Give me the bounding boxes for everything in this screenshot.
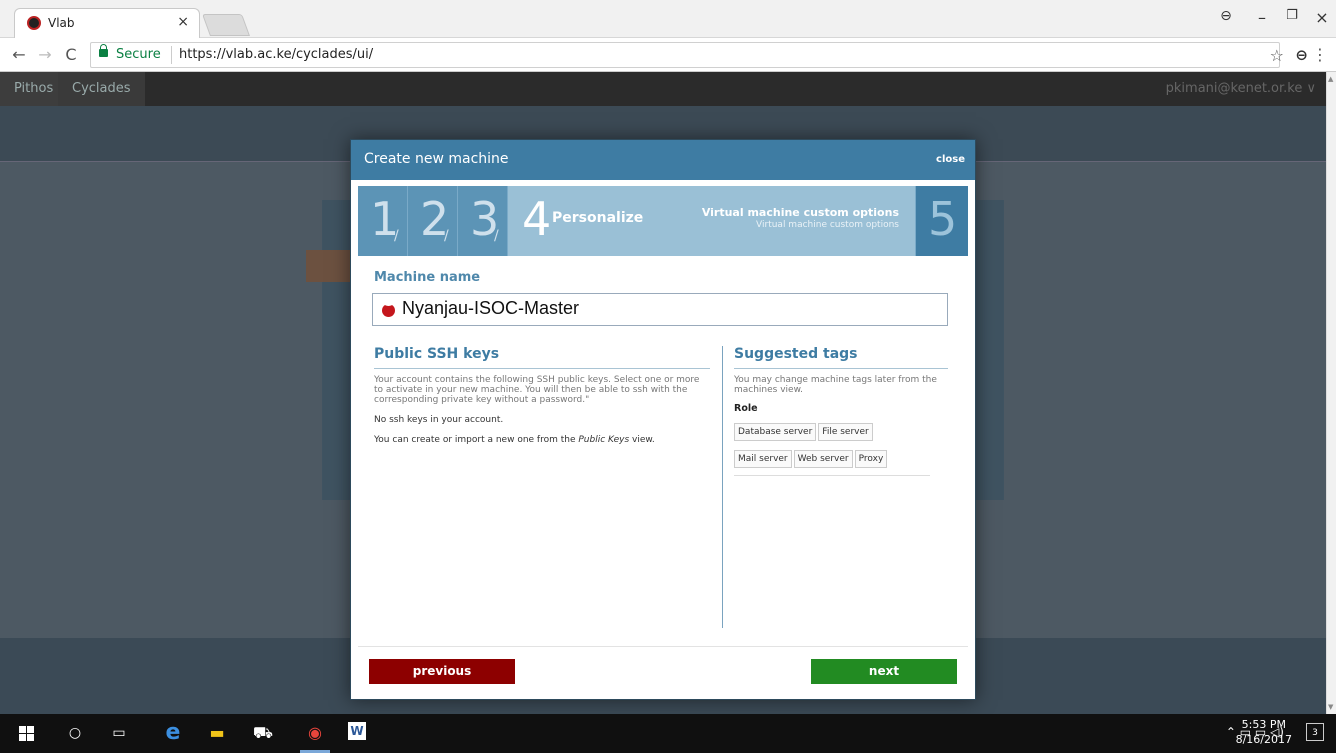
suggested-tags-section: Suggested tags You may change machine ta… [734,346,948,476]
machine-name-input[interactable]: Nyanjau-ISOC-Master [372,293,948,326]
bookmark-star-icon[interactable]: ☆ [1270,46,1284,65]
ssh-keys-description: Your account contains the following SSH … [374,375,700,405]
task-view-icon[interactable]: ▭ [108,722,130,744]
browser-toolbar: ← → C Secure https://vlab.ac.ke/cyclades… [0,38,1336,72]
no-ssh-keys-text: No ssh keys in your account. [374,415,504,425]
windows-start-icon[interactable] [16,722,38,744]
machine-name-value[interactable]: Nyanjau-ISOC-Master [402,298,579,319]
wizard-step-1[interactable]: 1 / [358,186,408,256]
lock-icon [99,44,108,57]
step-description-subtitle: Virtual machine custom options [756,220,899,230]
omnibox-divider [171,46,172,64]
debian-os-icon [382,301,395,317]
public-keys-link[interactable]: Public Keys [578,435,629,445]
ssh-keys-title: Public SSH keys [374,346,710,369]
scroll-up-icon[interactable]: ▲ [1328,75,1333,83]
extension-icon[interactable]: ⊖ [1295,46,1308,64]
tags-divider [734,475,930,476]
wizard-step-5[interactable]: 5 [916,186,968,256]
reload-icon[interactable]: C [62,45,80,64]
machine-name-label: Machine name [374,270,481,285]
notification-center-icon[interactable]: 3 [1306,723,1324,741]
file-explorer-icon[interactable]: ▬ [206,722,228,744]
tab-close-icon[interactable]: × [177,14,189,30]
close-window-button[interactable]: × [1312,8,1332,27]
restore-button[interactable]: ❐ [1282,8,1302,23]
url-text[interactable]: https://vlab.ac.ke/cyclades/ui/ [179,47,373,62]
new-tab-button[interactable] [201,14,251,36]
chrome-icon[interactable]: ◉ [304,722,326,744]
dialog-footer: previous next [358,646,968,694]
top-navigation: Pithos Cyclades pkimani@kenet.or.ke ∨ [0,72,1326,106]
create-machine-dialog: Create new machine close 1 / 2 / 3 / 4 P… [350,139,976,700]
wizard-steps: 1 / 2 / 3 / 4 Personalize Virtual machin… [358,186,968,256]
clock-date: 8/16/2017 [1235,733,1292,746]
tag-list: Database server File server Mail server We… [734,419,930,473]
word-icon[interactable]: W [348,722,366,740]
back-arrow-icon[interactable]: ← [10,45,28,64]
tag-mail-server[interactable]: Mail server [734,450,792,468]
minimize-button[interactable]: – [1252,8,1272,27]
nav-cyclades[interactable]: Cyclades [58,72,145,106]
wizard-step-4[interactable]: 4 Personalize Virtual machine custom opt… [508,186,916,256]
edge-browser-icon[interactable]: e [162,722,184,744]
tag-proxy[interactable]: Proxy [854,450,888,468]
security-label: Secure [116,47,161,62]
suggested-tags-description: You may change machine tags later from t… [734,375,937,395]
browser-menu-icon[interactable]: ⋮ [1312,45,1328,64]
cortana-search-icon[interactable]: ○ [64,722,86,744]
browser-tab[interactable]: Vlab × [14,8,200,38]
browser-titlebar: Vlab × ⊖ – ❐ × [0,0,1336,38]
current-step-label: Personalize [552,210,644,226]
dialog-header: Create new machine close [351,140,975,180]
page-scrollbar[interactable]: ▲ ▼ [1326,72,1336,714]
tab-title: Vlab [48,16,75,30]
address-bar[interactable]: Secure https://vlab.ac.ke/cyclades/ui/ [90,42,1280,68]
dialog-close-link[interactable]: close [936,154,965,165]
ssh-keys-section: Public SSH keys Your account contains th… [374,346,710,445]
create-keys-text: You can create or import a new one from … [374,435,655,445]
profile-icon[interactable]: ⊖ [1216,8,1236,24]
windows-taskbar: ○ ▭ e ▬ ⛟ ◉ W ⌃ ▭ ▭ ◁) 5:53 PM 8/16/2017… [0,714,1336,753]
clock-time: 5:53 PM [1241,718,1286,731]
suggested-tags-title: Suggested tags [734,346,948,369]
store-icon[interactable]: ⛟ [252,722,274,744]
previous-button[interactable]: previous [369,659,515,684]
wizard-step-2[interactable]: 2 / [408,186,458,256]
taskbar-clock[interactable]: 5:53 PM 8/16/2017 [1236,717,1292,747]
step-description-title: Virtual machine custom options [701,206,899,219]
vlab-favicon-icon [27,16,41,30]
dialog-title: Create new machine [364,151,509,167]
column-divider [722,346,723,628]
next-button[interactable]: next [811,659,957,684]
background-button [306,250,356,282]
role-label: Role [734,403,758,414]
forward-arrow-icon[interactable]: → [36,45,54,64]
tag-web-server[interactable]: Web server [793,450,853,468]
wizard-step-3[interactable]: 3 / [458,186,508,256]
tag-file-server[interactable]: File server [818,423,873,441]
user-menu[interactable]: pkimani@kenet.or.ke ∨ [1166,81,1316,96]
tag-database-server[interactable]: Database server [734,423,817,441]
dialog-body: 1 / 2 / 3 / 4 Personalize Virtual machin… [358,186,968,646]
scroll-down-icon[interactable]: ▼ [1328,703,1333,711]
